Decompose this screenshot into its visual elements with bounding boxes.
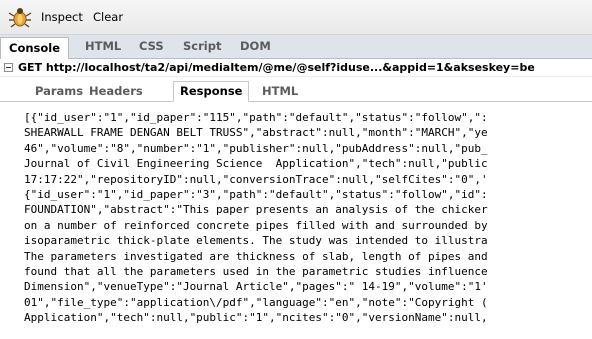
response-line: 17:17:22","repositoryID":null,"conversio… <box>24 172 488 186</box>
response-line: 01","file_type":"application\/pdf","lang… <box>24 295 488 309</box>
request-row[interactable]: GET http://localhost/ta2/api/mediaItem/@… <box>0 59 592 77</box>
clear-button[interactable]: Clear <box>93 10 123 24</box>
firebug-toolbar: Inspect Clear <box>0 0 592 35</box>
response-line: FOUNDATION","abstract":"This paper prese… <box>24 203 488 217</box>
tab-html[interactable]: HTML <box>85 39 121 53</box>
inspect-button[interactable]: Inspect <box>41 10 83 24</box>
firebug-window: Inspect Clear Console HTML CSS Script DO… <box>0 0 592 339</box>
tab-dom[interactable]: DOM <box>240 39 271 53</box>
request-url[interactable]: GET http://localhost/ta2/api/mediaItem/@… <box>18 61 535 74</box>
response-body[interactable]: [{"id_user":"1","id_paper":"115","path":… <box>24 110 592 339</box>
tab-response[interactable]: Response <box>173 81 250 102</box>
response-line: SHEARWALL FRAME DENGAN BELT TRUSS","abst… <box>24 126 488 140</box>
collapse-toggle-icon[interactable] <box>4 63 13 72</box>
response-line: on a number of reinforced concrete pipes… <box>24 218 488 232</box>
response-line: The parameters investigated are thicknes… <box>24 249 488 263</box>
response-line: {"id_user":"1","id_paper":"3","path":"de… <box>24 188 488 202</box>
response-line: Dimension","venueType":"Journal Article"… <box>24 280 488 294</box>
firebug-icon[interactable] <box>8 6 32 28</box>
response-line: Application","tech":null,"public":"1","n… <box>24 311 488 325</box>
panel-tab-bar: Console HTML CSS Script DOM <box>0 35 592 59</box>
response-line: found that all the parameters used in th… <box>24 265 488 279</box>
tab-console[interactable]: Console <box>0 37 70 59</box>
response-line: [{"id_user":"1","id_paper":"115","path":… <box>24 111 488 124</box>
response-line: isoparametric thick-plate elements. The … <box>24 234 488 248</box>
tab-css[interactable]: CSS <box>139 39 164 53</box>
tab-html-response[interactable]: HTML <box>262 84 298 98</box>
tab-script[interactable]: Script <box>183 39 221 53</box>
response-line: 46","volume":"8","number":"1","publisher… <box>24 141 488 155</box>
tab-headers[interactable]: Headers <box>89 84 143 98</box>
response-line: Journal of Civil Engineering Science App… <box>24 157 488 171</box>
tab-params[interactable]: Params <box>35 84 83 98</box>
request-detail-tabs: Params Headers Response HTML <box>0 78 592 102</box>
